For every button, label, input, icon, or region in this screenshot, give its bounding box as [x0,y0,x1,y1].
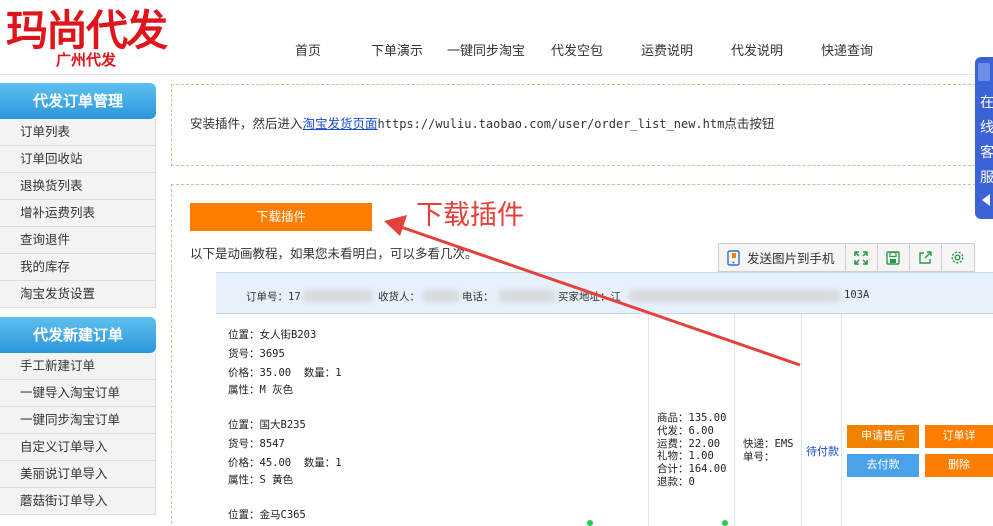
blurred-region [498,289,556,303]
delete-button[interactable]: 删除 [925,454,993,477]
order-detail-button[interactable]: 订单详 [925,425,993,448]
order-phone: 电话： [462,291,494,303]
order-items: 位置：女人街B203 货号：3695 价格：35.00 数量：1 属性：M 灰色… [216,314,649,526]
nav-shipping-info[interactable]: 运费说明 [641,40,693,59]
order-totals-column: 商品：135.00 代发：6.00 运费：22.00 礼物：1.00 合计：16… [649,314,735,526]
item-sku: 货号：8547 [228,438,285,450]
install-instructions: 安装插件，然后进入淘宝发货页面https://wuliu.taobao.com/… [190,113,774,132]
sidebar-item-sync-taobao-orders[interactable]: 一键同步淘宝订单 [0,407,156,434]
sidebar-item-my-inventory[interactable]: 我的库存 [0,254,156,281]
order-header: 订单号：17 收货人： 电话： 买家地址：江 103A [216,272,993,314]
sidebar-item-custom-order-import[interactable]: 自定义订单导入 [0,434,156,461]
order-status-column: 待付款 [802,314,842,526]
settings-button[interactable] [942,244,974,271]
sidebar-item-manual-new-order[interactable]: 手工新建订单 [0,353,156,380]
item-location: 位置：国大B235 [228,419,306,431]
blurred-region [302,289,374,303]
collapse-arrow-icon [982,194,990,206]
save-icon [886,250,900,265]
sidebar-item-mogujie-import[interactable]: 蘑菇街订单导入 [0,488,156,515]
sidebar-section-title: 代发新建订单 [0,317,156,353]
order-address: 买家地址：江 [558,291,621,303]
phone-send-icon [727,249,741,266]
sidebar-item-import-taobao-orders[interactable]: 一键导入淘宝订单 [0,380,156,407]
animation-marker [587,520,593,526]
item-attributes: 属性：M 灰色 [228,384,294,396]
share-button[interactable] [910,244,942,271]
save-button[interactable] [878,244,910,271]
send-image-to-phone-button[interactable]: 发送图片到手机 [719,244,846,271]
tutorial-text: 以下是动画教程，如果您未看明白，可以多看几次。 [190,246,478,261]
header-divider [0,74,993,75]
item-location: 位置：金马C365 [228,509,306,521]
taobao-shipping-page-link[interactable]: 淘宝发货页面 [303,116,378,131]
sidebar-item-meilishuo-import[interactable]: 美丽说订单导入 [0,461,156,488]
online-service-float[interactable]: 在 线 客 服 [975,57,993,219]
expand-icon [854,250,868,265]
annotation-text: 下载插件 [416,200,524,231]
taobao-url: https://wuliu.taobao.com/user/order_list… [377,117,725,131]
animation-marker [722,520,728,526]
nav-express-query[interactable]: 快递查询 [821,40,873,59]
logo[interactable]: 玛尚代发 广州代发 [0,6,172,69]
sidebar-item-order-list[interactable]: 订单列表 [0,119,156,146]
install-prefix: 安装插件，然后进入 [190,116,303,131]
logo-title: 玛尚代发 [5,6,168,55]
order-receiver: 收货人： [378,291,420,303]
sidebar-item-order-recycle-bin[interactable]: 订单回收站 [0,146,156,173]
item-sku: 货号：3695 [228,348,285,360]
nav-order-demo[interactable]: 下单演示 [371,40,423,59]
download-plugin-button[interactable]: 下载插件 [190,203,372,231]
nav-home[interactable]: 首页 [295,40,321,59]
expand-button[interactable] [846,244,878,271]
send-image-label: 发送图片到手机 [747,251,835,266]
install-suffix: 点击按钮 [724,116,775,131]
blurred-region [422,289,460,303]
sidebar-item-query-returns[interactable]: 查询退件 [0,227,156,254]
item-price-qty: 价格：45.00 数量：1 [228,457,342,469]
sidebar-section-title: 代发订单管理 [0,83,156,119]
sidebar-item-taobao-shipping-settings[interactable]: 淘宝发货设置 [0,281,156,308]
image-toolbar: 发送图片到手机 [718,243,975,272]
item-location: 位置：女人街B203 [228,329,317,341]
settings-icon [950,250,965,265]
service-badge-icon [978,63,990,81]
item-price-qty: 价格：35.00 数量：1 [228,367,342,379]
pay-button[interactable]: 去付款 [847,454,919,477]
nav-empty-package[interactable]: 代发空包 [551,40,603,59]
item-attributes: 属性：S 黄色 [228,474,294,486]
nav-dropship-info[interactable]: 代发说明 [731,40,783,59]
nav-sync-taobao[interactable]: 一键同步淘宝 [447,40,525,59]
order-status: 待付款 [806,445,839,458]
blurred-region [628,289,840,303]
sidebar: 代发订单管理 订单列表 订单回收站 退换货列表 增补运费列表 查询退件 我的库存… [0,83,156,515]
order-address-tail: 103A [844,289,870,301]
order-totals: 商品：135.00 代发：6.00 运费：22.00 礼物：1.00 合计：16… [657,412,727,488]
order-number: 订单号：17 [246,291,301,303]
service-label: 在 线 客 服 [980,95,993,186]
share-icon [918,250,932,265]
sidebar-item-returns-list[interactable]: 退换货列表 [0,173,156,200]
sidebar-item-extra-freight-list[interactable]: 增补运费列表 [0,200,156,227]
order-express: 快递：EMS 单号： [743,438,794,463]
apply-after-sale-button[interactable]: 申请售后 [847,425,919,448]
order-express-column: 快递：EMS 单号： [735,314,802,526]
tutorial-animation: 订单号：17 收货人： 电话： 买家地址：江 103A 位置：女人街B203 货… [216,272,993,526]
install-instructions-box: 安装插件，然后进入淘宝发货页面https://wuliu.taobao.com/… [171,84,993,166]
